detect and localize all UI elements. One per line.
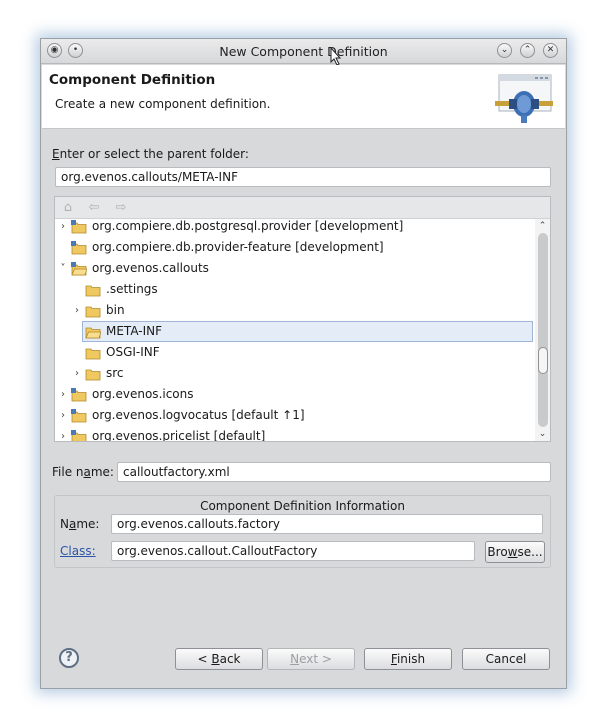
tree-row-label: OSGI-INF [106, 345, 160, 359]
folder-icon [85, 369, 101, 381]
tree-row[interactable]: org.compiere.db.provider-feature [develo… [55, 237, 535, 258]
parent-folder-label: Enter or select the parent folder: [52, 147, 249, 161]
tree-row-label: META-INF [106, 324, 163, 338]
tree-row[interactable]: › org.compiere.db.postgresql.provider [de… [55, 219, 535, 237]
window-title: New Component Definition [219, 44, 388, 59]
tree-row[interactable]: META-INF [55, 321, 535, 342]
tree-row[interactable]: › bin [55, 300, 535, 321]
project-folder-icon [71, 409, 87, 423]
folder-tree[interactable]: ⌂ ⇦ ⇨ › org.compiere.db.postgresql.provid… [54, 196, 551, 442]
class-link[interactable]: Class: [60, 544, 96, 558]
open-folder-icon [85, 327, 101, 339]
component-wizard-icon [495, 74, 553, 123]
collapsed-toggle-icon[interactable]: › [58, 426, 68, 441]
tree-row[interactable]: › org.evenos.logvocatus [default ↑1] [55, 405, 535, 426]
project-folder-icon [71, 220, 87, 234]
tree-toolbar: ⌂ ⇦ ⇨ [55, 197, 550, 219]
maximize-icon[interactable]: ⌃ [520, 43, 535, 58]
tree-row[interactable]: OSGI-INF [55, 342, 535, 363]
scroll-down-icon[interactable]: ⌄ [535, 428, 550, 440]
collapsed-toggle-icon[interactable]: › [58, 219, 68, 237]
tree-row-label: org.compiere.db.postgresql.provider [dev… [92, 219, 404, 233]
page-title: Component Definition [49, 72, 216, 88]
mouse-cursor-icon [330, 47, 342, 66]
parent-folder-input[interactable] [55, 167, 551, 187]
forward-arrow-icon[interactable]: ⇨ [113, 200, 129, 216]
tree-row-label: org.evenos.callouts [92, 261, 209, 275]
finish-button[interactable]: Finish [364, 648, 452, 670]
tree-row[interactable]: › org.evenos.pricelist [default] [55, 426, 535, 441]
cancel-button[interactable]: Cancel [462, 648, 550, 670]
name-input[interactable] [111, 514, 543, 534]
back-arrow-icon[interactable]: ⇦ [86, 200, 102, 216]
expanded-toggle-icon[interactable]: ˅ [58, 258, 68, 279]
project-folder-icon [71, 430, 87, 441]
collapsed-toggle-icon[interactable]: › [58, 405, 68, 426]
tree-row-label: org.evenos.icons [92, 387, 194, 401]
tree-row[interactable]: .settings [55, 279, 535, 300]
next-button[interactable]: Next > [267, 648, 355, 670]
tree-rows: › org.compiere.db.postgresql.provider [de… [55, 219, 535, 441]
tree-row-label: bin [106, 303, 125, 317]
tree-row-label: org.evenos.pricelist [default] [92, 429, 266, 441]
home-icon[interactable]: ⌂ [60, 200, 76, 216]
scroll-up-icon[interactable]: ⌃ [535, 220, 550, 232]
collapsed-toggle-icon[interactable]: › [58, 384, 68, 405]
file-name-label: File name: [52, 465, 114, 479]
collapsed-toggle-icon[interactable]: › [72, 300, 82, 321]
project-folder-icon [71, 388, 87, 402]
tree-row[interactable]: › org.evenos.icons [55, 384, 535, 405]
collapsed-toggle-icon[interactable]: › [72, 363, 82, 384]
tree-vertical-scrollbar[interactable]: ⌃ ⌄ [535, 219, 550, 441]
tree-row-label: org.evenos.logvocatus [default ↑1] [92, 408, 305, 422]
dialog-window: ◉ • New Component Definition ⌄ ⌃ ✕ Compo… [40, 38, 567, 689]
folder-icon [85, 306, 101, 318]
close-icon[interactable]: ✕ [543, 43, 558, 58]
folder-icon [85, 348, 101, 360]
minimize-icon[interactable]: ⌄ [497, 43, 512, 58]
folder-icon [85, 285, 101, 297]
scrollbar-track[interactable] [538, 233, 548, 427]
class-input[interactable] [111, 541, 475, 561]
tree-row[interactable]: › src [55, 363, 535, 384]
browse-button[interactable]: Browse... [485, 541, 545, 563]
help-icon[interactable]: ? [59, 648, 79, 668]
tree-row-label: .settings [106, 282, 158, 296]
project-folder-icon [71, 241, 87, 255]
component-info-group: Component Definition Information Name: C… [54, 495, 551, 568]
scrollbar-thumb[interactable] [538, 347, 548, 374]
tree-row[interactable]: ˅ org.evenos.callouts [55, 258, 535, 279]
file-name-input[interactable] [117, 462, 551, 482]
tree-row-label: src [106, 366, 124, 380]
name-label: Name: [60, 517, 100, 531]
back-button[interactable]: < Back [175, 648, 263, 670]
tree-row-label: org.compiere.db.provider-feature [develo… [92, 240, 384, 254]
wizard-header: Component Definition Create a new compon… [42, 65, 565, 129]
project-folder-icon [71, 262, 87, 276]
title-bar[interactable]: ◉ • New Component Definition ⌄ ⌃ ✕ [41, 39, 566, 66]
group-title: Component Definition Information [200, 499, 405, 513]
page-description: Create a new component definition. [55, 97, 271, 111]
